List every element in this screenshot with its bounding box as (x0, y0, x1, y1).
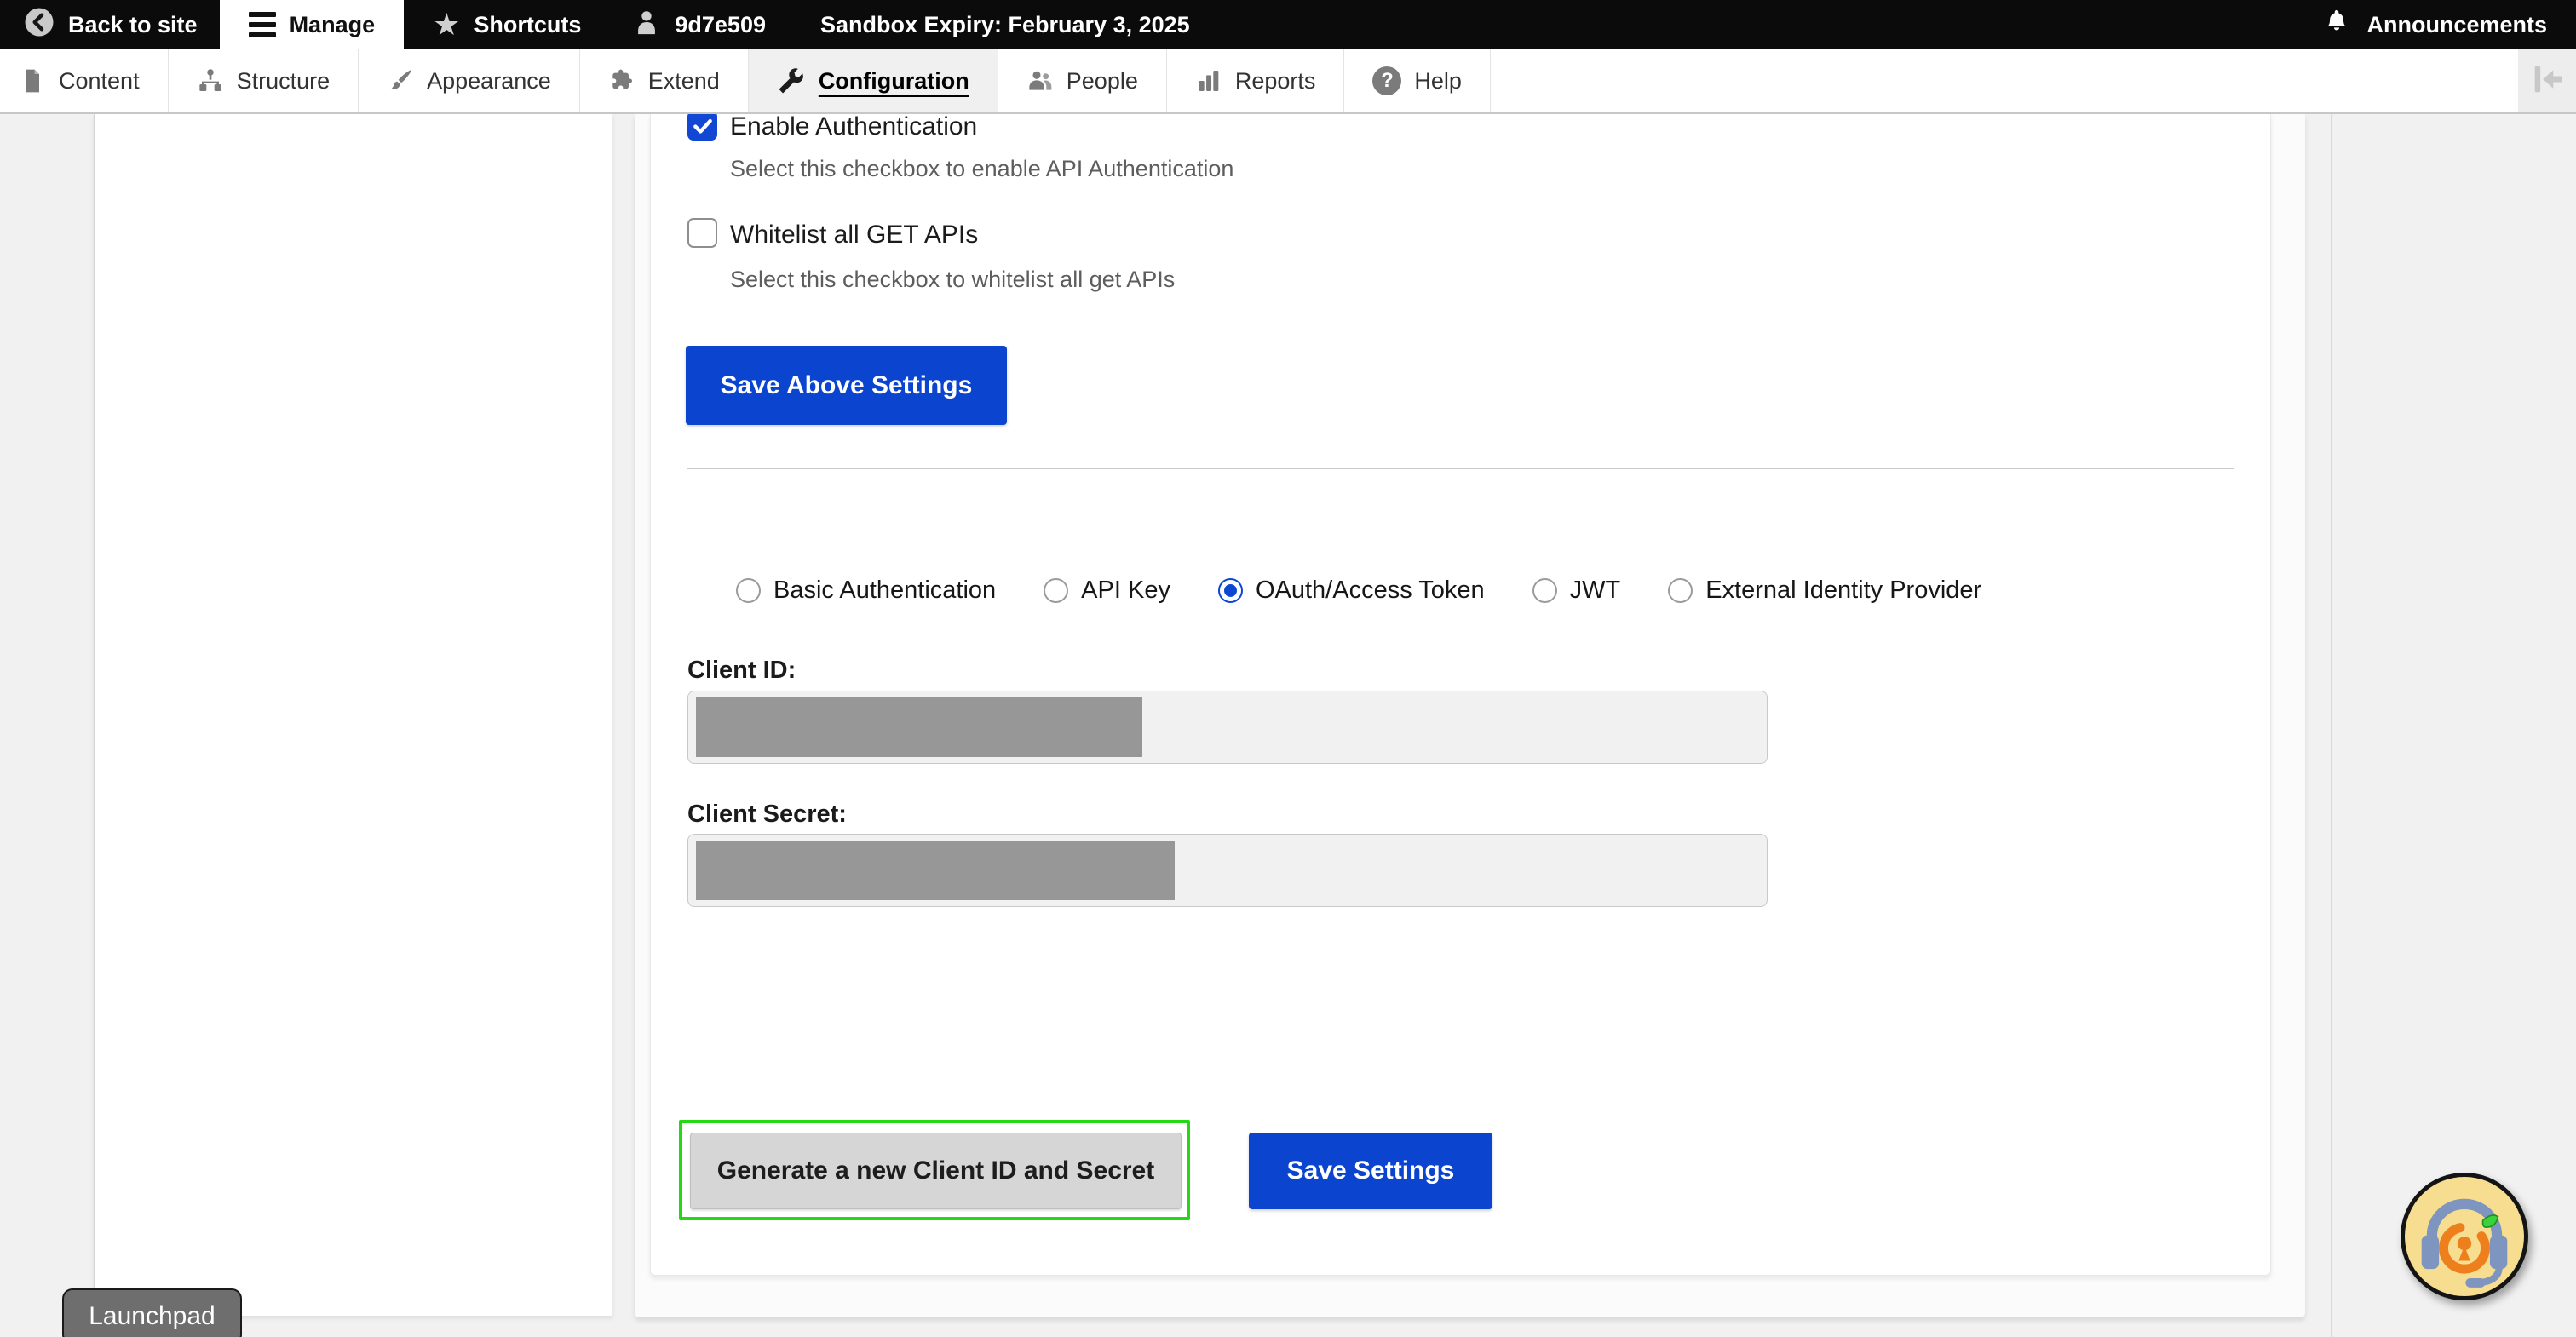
radio-jwt[interactable]: JWT (1532, 577, 1621, 605)
admin-tab-label: Configuration (819, 68, 969, 95)
paintbrush-icon (387, 67, 414, 95)
launchpad-label: Launchpad (89, 1302, 215, 1331)
radio-selected-icon (1218, 578, 1243, 603)
radio-oauth-access-token[interactable]: OAuth/Access Token (1218, 577, 1485, 605)
people-icon (1026, 67, 1054, 95)
toolbar-collapse-button[interactable] (2518, 49, 2576, 112)
admin-toolbar: Back to site Manage ★ Shortcuts 9d7e509 … (0, 0, 2576, 49)
help-icon: ? (1372, 66, 1401, 95)
left-empty-panel (94, 114, 612, 1316)
client-id-input[interactable] (687, 691, 1768, 764)
client-id-label: Client ID: (687, 657, 796, 685)
radio-icon (1532, 578, 1557, 603)
back-to-site-button[interactable]: Back to site (24, 0, 198, 49)
user-account-tab[interactable]: 9d7e509 (624, 0, 774, 49)
radio-label: OAuth/Access Token (1256, 577, 1485, 605)
radio-icon (1044, 578, 1068, 603)
enable-authentication-description: Select this checkbox to enable API Authe… (730, 156, 1233, 182)
client-secret-input[interactable] (687, 834, 1768, 907)
admin-tab-label: Structure (237, 68, 331, 95)
collapse-left-icon (2527, 60, 2567, 103)
right-layout-rule (2331, 114, 2332, 1337)
radio-label: Basic Authentication (773, 577, 996, 605)
client-secret-label: Client Secret: (687, 800, 847, 829)
admin-menu-bar: Content Structure Appearance Extend Conf… (0, 49, 2576, 114)
radio-label: JWT (1570, 577, 1621, 605)
bar-chart-icon (1195, 67, 1222, 95)
headset-lock-logo-icon (2406, 1179, 2522, 1294)
admin-tab-label: Extend (648, 68, 720, 95)
manage-label: Manage (290, 12, 376, 38)
document-icon (19, 67, 46, 95)
admin-tab-content[interactable]: Content (0, 49, 169, 112)
user-icon (632, 8, 661, 43)
admin-tab-extend[interactable]: Extend (580, 49, 749, 112)
admin-tab-label: Help (1414, 68, 1462, 95)
auth-method-radio-group: Basic Authentication API Key OAuth/Acces… (736, 577, 1981, 605)
admin-tab-appearance[interactable]: Appearance (359, 49, 580, 112)
generate-client-id-secret-button[interactable]: Generate a new Client ID and Secret (690, 1133, 1182, 1209)
admin-tab-configuration[interactable]: Configuration (749, 49, 998, 112)
hamburger-icon (249, 12, 276, 37)
star-icon: ★ (433, 9, 460, 40)
enable-authentication-label: Enable Authentication (730, 114, 977, 141)
radio-icon (736, 578, 761, 603)
radio-external-identity-provider[interactable]: External Identity Provider (1668, 577, 1981, 605)
support-helpdesk-button[interactable] (2401, 1173, 2528, 1300)
sandbox-expiry-text: Sandbox Expiry: February 3, 2025 (820, 0, 1190, 49)
sitemap-icon (197, 67, 224, 95)
back-to-site-label: Back to site (68, 12, 198, 38)
whitelist-get-apis-checkbox[interactable] (687, 218, 717, 248)
checkmark-icon (692, 115, 714, 137)
whitelist-get-apis-label: Whitelist all GET APIs (730, 221, 978, 250)
topbar-spacer (1190, 0, 2323, 49)
radio-basic-authentication[interactable]: Basic Authentication (736, 577, 996, 605)
section-divider (687, 468, 2234, 469)
bell-icon (2322, 8, 2351, 43)
puzzle-icon (608, 67, 635, 95)
admin-tab-people[interactable]: People (998, 49, 1167, 112)
api-authentication-form-card: Enable Authentication Select this checkb… (650, 114, 2271, 1276)
announcements-label: Announcements (2366, 12, 2547, 38)
admin-tab-reports[interactable]: Reports (1167, 49, 1345, 112)
shortcuts-label: Shortcuts (474, 12, 581, 38)
client-id-redacted-value (696, 697, 1142, 757)
radio-icon (1668, 578, 1693, 603)
radio-api-key[interactable]: API Key (1044, 577, 1170, 605)
launchpad-tooltip[interactable]: Launchpad (62, 1288, 242, 1337)
wrench-icon (777, 66, 806, 95)
admin-tab-label: People (1067, 68, 1138, 95)
admin-tab-label: Reports (1235, 68, 1316, 95)
page-content-region: Enable Authentication Select this checkb… (0, 114, 2576, 1337)
announcements-button[interactable]: Announcements (2322, 0, 2547, 49)
settings-outer-panel: Enable Authentication Select this checkb… (635, 114, 2305, 1317)
save-settings-button[interactable]: Save Settings (1249, 1133, 1492, 1209)
back-arrow-icon (24, 7, 55, 43)
whitelist-get-apis-description: Select this checkbox to whitelist all ge… (730, 267, 1175, 293)
admin-tab-help[interactable]: ? Help (1344, 49, 1491, 112)
enable-authentication-checkbox[interactable] (687, 114, 717, 141)
manage-tab[interactable]: Manage (220, 0, 405, 49)
save-above-settings-button[interactable]: Save Above Settings (686, 346, 1007, 425)
shortcuts-tab[interactable]: ★ Shortcuts (424, 0, 589, 49)
radio-label: API Key (1081, 577, 1170, 605)
admin-tab-structure[interactable]: Structure (169, 49, 359, 112)
admin-tab-label: Appearance (427, 68, 551, 95)
radio-label: External Identity Provider (1705, 577, 1981, 605)
user-label: 9d7e509 (675, 12, 766, 38)
admin-tab-label: Content (59, 68, 140, 95)
client-secret-redacted-value (696, 841, 1175, 900)
